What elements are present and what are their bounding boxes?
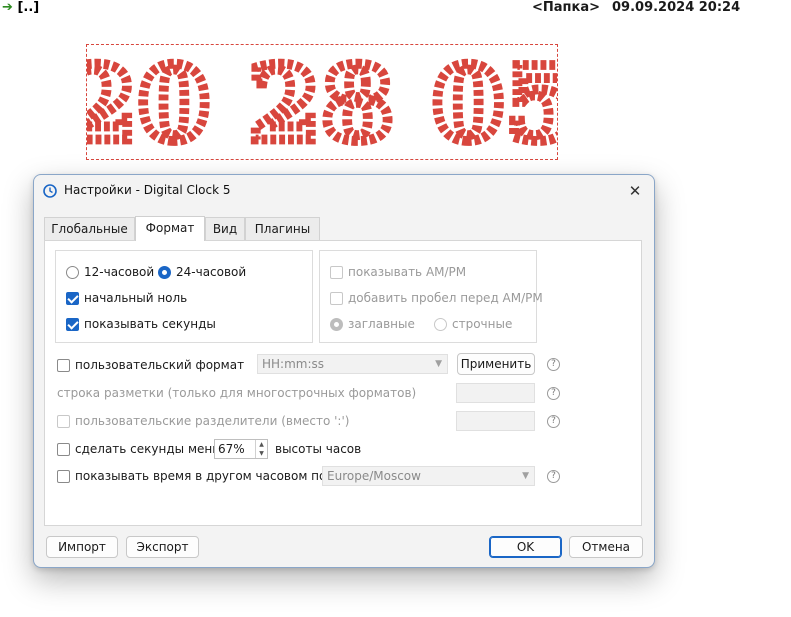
export-button[interactable]: Экспорт — [126, 536, 199, 558]
custom-format-label: пользовательский формат — [75, 358, 245, 372]
other-timezone-checkbox[interactable] — [57, 470, 70, 483]
ampm-group: показывать AM/PM добавить пробел перед A… — [319, 250, 543, 343]
parent-dir-label: [..] — [17, 0, 40, 15]
show-seconds-checkbox[interactable] — [66, 318, 79, 331]
clock-digits: 20 28 05 — [87, 45, 557, 159]
radio-12h-label: 12-часовой — [84, 265, 155, 279]
chevron-down-icon: ▼ — [522, 471, 529, 481]
tab-view[interactable]: Вид — [205, 217, 245, 240]
cancel-button[interactable]: Отмена — [569, 536, 643, 558]
layout-string-field[interactable] — [456, 383, 535, 403]
timezone-value: Europe/Moscow — [327, 469, 421, 483]
settings-dialog: Настройки - Digital Clock 5 ✕ Глобальные… — [33, 174, 655, 568]
ampm-space-label: добавить пробел перед AM/PM — [348, 291, 543, 305]
custom-separators-field[interactable] — [456, 411, 535, 431]
leading-zero-checkbox[interactable] — [66, 292, 79, 305]
tab-global[interactable]: Глобальные — [44, 217, 135, 240]
radio-24h[interactable] — [158, 266, 171, 279]
custom-separators-checkbox[interactable] — [57, 415, 70, 428]
close-button[interactable]: ✕ — [622, 179, 648, 203]
clock-preview: 20 28 05 — [86, 44, 558, 160]
leading-zero-label: начальный ноль — [84, 291, 188, 305]
up-arrow-icon: ➔ — [2, 0, 13, 15]
custom-separators-label: пользовательские разделители (вместо ':'… — [75, 414, 350, 428]
help-icon[interactable]: ? — [547, 387, 560, 400]
dialog-titlebar[interactable]: Настройки - Digital Clock 5 ✕ — [34, 175, 654, 207]
smaller-seconds-checkbox[interactable] — [57, 443, 70, 456]
tab-format[interactable]: Формат — [135, 216, 205, 241]
radio-uppercase[interactable] — [330, 318, 343, 331]
radio-lowercase[interactable] — [434, 318, 447, 331]
spin-down-icon[interactable]: ▼ — [256, 449, 267, 458]
import-button[interactable]: Импорт — [46, 536, 118, 558]
dialog-title: Настройки - Digital Clock 5 — [64, 183, 231, 197]
clock-preview-graphic: 20 28 05 — [87, 45, 557, 159]
spin-up-icon[interactable]: ▲ — [256, 440, 267, 449]
help-icon[interactable]: ? — [547, 415, 560, 428]
layout-string-label: строка разметки (только для многострочны… — [57, 386, 417, 400]
help-icon[interactable]: ? — [547, 358, 560, 371]
custom-format-checkbox[interactable] — [57, 359, 70, 372]
show-ampm-checkbox[interactable] — [330, 266, 343, 279]
format-panel: 12-часовой 24-часовой начальный ноль пок… — [44, 240, 642, 526]
parent-dir-item[interactable]: ➔ [..] — [2, 0, 39, 15]
tab-plugins[interactable]: Плагины — [245, 217, 320, 240]
smaller-seconds-suffix: высоты часов — [275, 442, 362, 456]
help-icon[interactable]: ? — [547, 470, 560, 483]
folder-datetime: 09.09.2024 20:24 — [612, 0, 741, 15]
apply-button[interactable]: Применить — [457, 353, 535, 375]
folder-type-label: <Папка> — [532, 0, 601, 15]
close-icon: ✕ — [628, 182, 642, 200]
file-manager-row: ➔ [..] <Папка> 09.09.2024 20:24 — [0, 0, 791, 18]
seconds-scale-value: 67% — [218, 442, 245, 456]
show-ampm-label: показывать AM/PM — [348, 265, 467, 279]
clock-icon — [43, 184, 57, 198]
radio-12h[interactable] — [66, 266, 79, 279]
other-timezone-label: показывать время в другом часовом поясе — [75, 469, 348, 483]
radio-uppercase-label: заглавные — [348, 317, 415, 331]
custom-format-value: HH:mm:ss — [262, 357, 325, 371]
ok-button[interactable]: OK — [489, 536, 562, 558]
custom-format-combobox[interactable]: HH:mm:ss ▼ — [257, 354, 448, 374]
radio-lowercase-label: строчные — [452, 317, 513, 331]
seconds-scale-spinbox[interactable]: 67% ▲ ▼ — [214, 439, 268, 459]
radio-24h-label: 24-часовой — [176, 265, 247, 279]
chevron-down-icon: ▼ — [435, 359, 442, 369]
timezone-combobox[interactable]: Europe/Moscow ▼ — [322, 466, 535, 486]
show-seconds-label: показывать секунды — [84, 317, 216, 331]
ampm-space-checkbox[interactable] — [330, 292, 343, 305]
time-format-group: 12-часовой 24-часовой начальный ноль пок… — [55, 250, 313, 343]
spin-buttons[interactable]: ▲ ▼ — [255, 440, 267, 458]
